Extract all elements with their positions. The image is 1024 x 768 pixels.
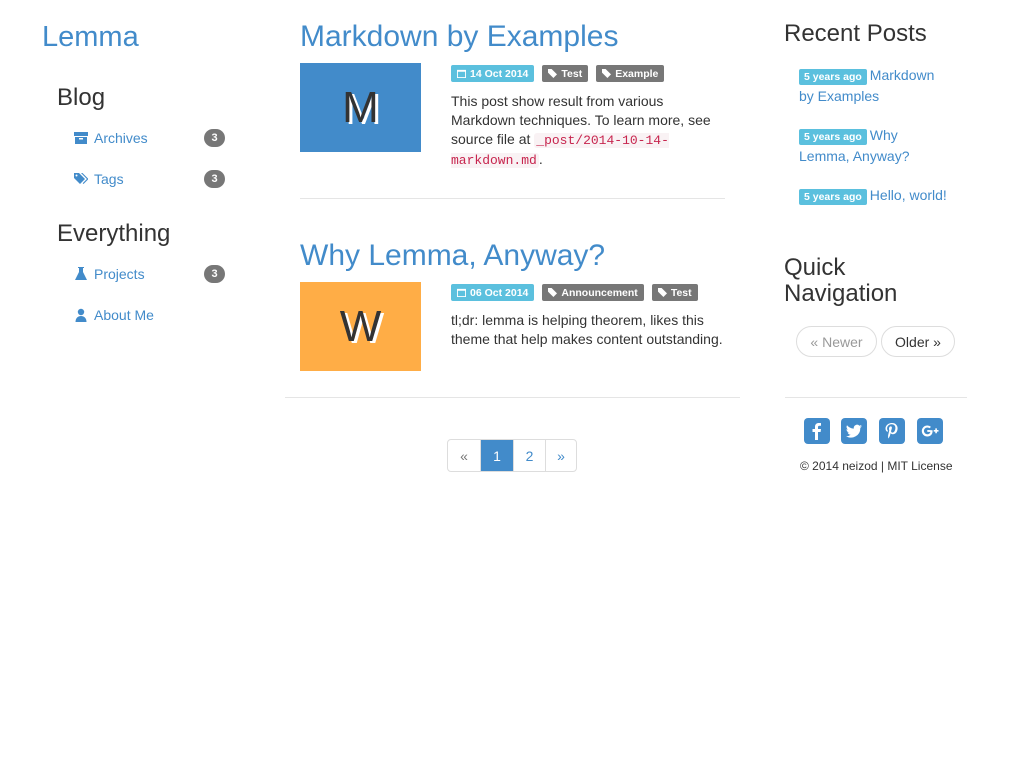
sidebar-divider: [785, 397, 967, 398]
post-meta: 14 Oct 2014 Test Example: [451, 65, 665, 82]
date-label: 14 Oct 2014: [451, 65, 535, 82]
flask-icon: [74, 267, 88, 281]
archive-icon: [74, 131, 88, 145]
time-ago-badge: 5 years ago: [799, 129, 867, 145]
tag-name: Test: [670, 286, 692, 299]
count-badge: 3: [204, 265, 225, 283]
newer-button[interactable]: « Newer: [796, 326, 877, 357]
sidebar-item-label: Archives: [94, 130, 148, 146]
sidebar-item-label: Tags: [94, 171, 124, 187]
post-date: 14 Oct 2014: [470, 67, 529, 80]
tag-label[interactable]: Example: [596, 65, 665, 82]
post-thumbnail[interactable]: M: [300, 63, 421, 152]
post-excerpt: This post show result from various Markd…: [451, 92, 726, 170]
tag-label[interactable]: Announcement: [542, 284, 644, 301]
post-meta: 06 Oct 2014 Announcement Test: [451, 284, 698, 301]
post-date: 06 Oct 2014: [470, 286, 529, 299]
count-badge: 3: [204, 170, 225, 188]
date-label: 06 Oct 2014: [451, 284, 535, 301]
pagination-page-1[interactable]: 1: [480, 440, 513, 471]
twitter-icon[interactable]: [841, 418, 867, 444]
post-thumbnail[interactable]: W: [300, 282, 421, 371]
tag-icon: [602, 69, 612, 78]
sidebar-item-tags[interactable]: Tags 3: [74, 169, 225, 189]
blog-heading: Blog: [57, 84, 106, 111]
main-divider: [285, 397, 740, 398]
tag-name: Announcement: [561, 286, 638, 299]
pagination-prev[interactable]: «: [448, 440, 480, 471]
recent-post-link[interactable]: Hello, world!: [870, 187, 947, 203]
tag-label[interactable]: Test: [651, 284, 698, 301]
calendar-icon: [457, 288, 466, 297]
footer-copyright: © 2014 neizod | MIT License: [800, 459, 953, 473]
count-badge: 3: [204, 129, 225, 147]
sidebar-item-archives[interactable]: Archives 3: [74, 128, 225, 148]
pagination-page-2[interactable]: 2: [513, 440, 545, 471]
time-ago-badge: 5 years ago: [799, 189, 867, 205]
excerpt-text: tl;dr: lemma is helping theorem, likes t…: [451, 312, 723, 347]
sidebar-item-about-me[interactable]: About Me: [74, 305, 225, 325]
tag-icon: [548, 288, 558, 297]
post-title[interactable]: Markdown by Examples: [300, 20, 618, 54]
recent-post-item: 5 years ago Markdown by Examples: [799, 66, 949, 106]
post-title[interactable]: Why Lemma, Anyway?: [300, 239, 605, 273]
user-icon: [74, 308, 88, 322]
site-brand[interactable]: Lemma: [42, 20, 139, 54]
sidebar-item-label: Projects: [94, 266, 145, 282]
tag-name: Test: [561, 67, 583, 80]
quick-navigation-heading: Quick Navigation: [784, 254, 898, 307]
tag-label[interactable]: Test: [542, 65, 589, 82]
facebook-icon[interactable]: [804, 418, 830, 444]
recent-posts-heading: Recent Posts: [784, 20, 927, 47]
calendar-icon: [457, 69, 466, 78]
pinterest-icon[interactable]: [879, 418, 905, 444]
sidebar-item-label: About Me: [94, 307, 154, 323]
tag-icon: [548, 69, 558, 78]
tags-icon: [74, 172, 88, 186]
older-button[interactable]: Older »: [881, 326, 955, 357]
recent-post-item: 5 years ago Hello, world!: [799, 186, 949, 207]
google-plus-icon[interactable]: [917, 418, 943, 444]
pagination: « 1 2 »: [447, 439, 577, 472]
tag-icon: [657, 288, 667, 297]
recent-post-item: 5 years ago Why Lemma, Anyway?: [799, 126, 949, 166]
everything-heading: Everything: [57, 220, 171, 247]
pagination-next[interactable]: »: [545, 440, 576, 471]
sidebar-item-projects[interactable]: Projects 3: [74, 264, 225, 284]
post-divider: [300, 198, 725, 199]
excerpt-end: .: [538, 151, 543, 167]
post-excerpt: tl;dr: lemma is helping theorem, likes t…: [451, 311, 726, 349]
tag-name: Example: [615, 67, 659, 80]
time-ago-badge: 5 years ago: [799, 69, 867, 85]
